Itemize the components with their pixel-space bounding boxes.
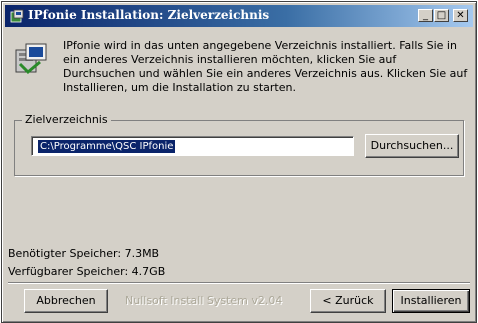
- available-space-text: Verfügbarer Speicher: 4.7GB: [8, 265, 166, 278]
- cancel-button[interactable]: Abbrechen: [24, 289, 108, 313]
- browse-button[interactable]: Durchsuchen...: [365, 134, 459, 158]
- target-path-input[interactable]: C:\Programme\QSC IPfonie: [31, 136, 354, 156]
- nsis-branding: Nullsoft Install System v2.04: [125, 294, 283, 307]
- maximize-button[interactable]: □: [434, 9, 449, 22]
- footer-divider: [8, 282, 470, 284]
- target-path-value: C:\Programme\QSC IPfonie: [38, 140, 176, 153]
- install-button-label: Installieren: [400, 294, 462, 307]
- required-space-text: Benötigter Speicher: 7.3MB: [8, 247, 160, 260]
- install-computer-icon: [15, 43, 47, 75]
- minimize-button[interactable]: _: [418, 9, 433, 22]
- title-bar[interactable]: IPfonie Installation: Zielverzeichnis _ …: [5, 5, 473, 27]
- installer-app-icon: [10, 9, 24, 23]
- browse-button-label: Durchsuchen...: [370, 139, 454, 152]
- window-title: IPfonie Installation: Zielverzeichnis: [28, 8, 270, 22]
- back-button-label: < Zurück: [322, 294, 374, 307]
- info-text: IPfonie wird in das unten angegebene Ver…: [63, 39, 468, 94]
- install-button[interactable]: Installieren: [392, 289, 470, 313]
- close-button[interactable]: ✕: [453, 9, 468, 22]
- back-button[interactable]: < Zurück: [310, 289, 386, 313]
- cancel-button-label: Abbrechen: [36, 294, 96, 307]
- target-directory-label: Zielverzeichnis: [22, 113, 111, 126]
